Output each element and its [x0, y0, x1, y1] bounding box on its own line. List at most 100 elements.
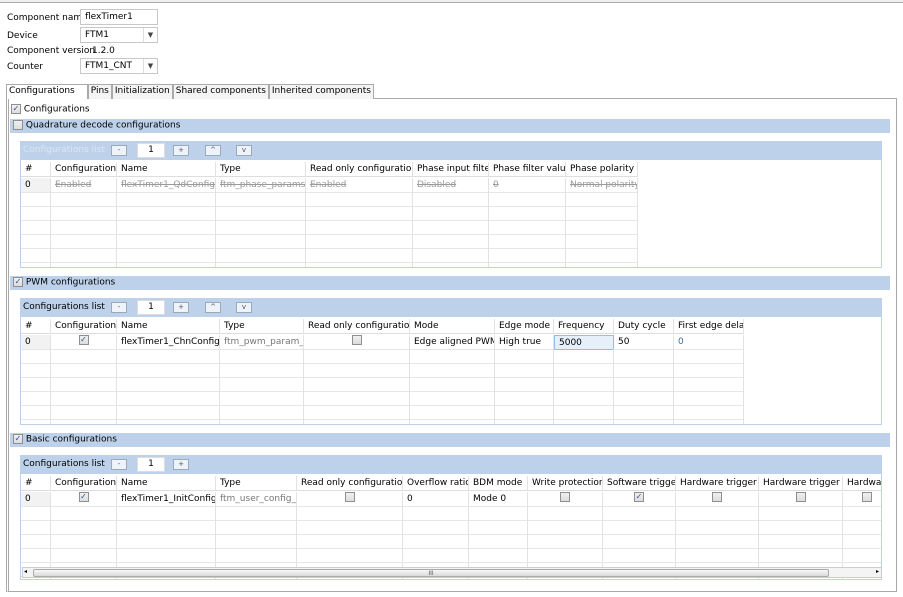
table-cell[interactable]: Normal polarity — [566, 178, 638, 193]
column-header[interactable]: Read only configuration — [306, 162, 413, 177]
column-header[interactable]: BDM mode — [469, 476, 528, 491]
unchecked-checkbox[interactable] — [712, 492, 722, 502]
table-cell[interactable] — [528, 492, 603, 507]
tab-inherited-components[interactable]: Inherited components — [268, 84, 374, 99]
quadrature-decode-configurations-checkbox[interactable] — [13, 120, 23, 130]
quadrature-decode-configurations-header[interactable]: Quadrature decode configurations — [10, 119, 890, 133]
column-header[interactable]: Type — [216, 162, 306, 177]
configurations-checkbox[interactable]: ✓ — [11, 104, 21, 114]
add-button[interactable]: + — [173, 459, 189, 470]
table-cell[interactable]: 0 — [21, 492, 51, 507]
table-cell[interactable]: ✓ — [51, 335, 117, 350]
table-cell[interactable]: flexTimer1_InitConfig0 — [117, 492, 216, 507]
table-cell[interactable] — [676, 492, 759, 507]
remove-button[interactable]: - — [111, 459, 127, 470]
column-header[interactable]: Mode — [410, 319, 495, 334]
table-cell[interactable]: 0 — [674, 335, 744, 350]
column-header[interactable]: Write protection — [528, 476, 603, 491]
column-header[interactable]: Read only configuration — [304, 319, 410, 334]
table-cell[interactable]: Mode 0 — [469, 492, 528, 507]
column-header[interactable]: Name — [117, 476, 216, 491]
unchecked-checkbox[interactable] — [351, 335, 362, 345]
column-header[interactable]: Phase filter value — [489, 162, 566, 177]
table-cell[interactable]: 0 — [21, 335, 51, 350]
column-header[interactable]: Edge mode — [495, 319, 554, 334]
column-header[interactable]: # — [21, 162, 51, 177]
table-cell[interactable]: Enabled — [51, 178, 117, 193]
basic-configurations-checkbox[interactable]: ✓ — [13, 434, 23, 444]
move-up-button[interactable]: ^ — [205, 145, 221, 156]
scrollbar-thumb[interactable]: III — [33, 569, 829, 577]
column-header[interactable]: Type — [220, 319, 304, 334]
table-cell[interactable]: 0 — [489, 178, 566, 193]
table-cell[interactable] — [759, 492, 843, 507]
counter-select[interactable]: FTM1_CNT ▼ — [80, 58, 158, 74]
scroll-right-icon[interactable]: ▸ — [876, 568, 879, 575]
column-header[interactable]: Frequency — [554, 319, 614, 334]
tab-shared-components[interactable]: Shared components — [172, 84, 269, 99]
column-header[interactable]: Type — [216, 476, 297, 491]
table-cell[interactable]: ftm_phase_params_t — [216, 178, 306, 193]
table-cell[interactable]: 50 — [614, 335, 674, 350]
move-down-button[interactable]: v — [236, 302, 252, 313]
count-field[interactable]: 1 — [137, 457, 165, 472]
table-cell[interactable]: ✓ — [51, 492, 117, 507]
table-cell[interactable] — [297, 492, 403, 507]
pwm-configurations-header[interactable]: ✓ PWM configurations — [10, 276, 890, 290]
table-cell[interactable]: ✓ — [603, 492, 676, 507]
tab-configurations[interactable]: Configurations — [6, 84, 88, 99]
move-up-button[interactable]: ^ — [205, 302, 221, 313]
table-cell[interactable]: Enabled — [306, 178, 413, 193]
table-cell[interactable]: ftm_user_config_t — [216, 492, 297, 507]
horizontal-scrollbar[interactable]: ◂ III ▸ — [22, 567, 882, 578]
move-down-button[interactable]: v — [236, 145, 252, 156]
column-header[interactable]: Configuration — [51, 162, 117, 177]
scroll-left-icon[interactable]: ◂ — [24, 568, 27, 575]
unchecked-checkbox[interactable] — [344, 492, 355, 502]
unchecked-checkbox[interactable] — [560, 492, 570, 502]
table-cell[interactable] — [304, 335, 410, 350]
column-header[interactable]: Phase input filter — [413, 162, 489, 177]
column-header[interactable]: Read only configuration — [297, 476, 403, 491]
remove-button[interactable]: - — [111, 145, 127, 156]
tab-pins[interactable]: Pins — [87, 84, 112, 99]
table-cell[interactable]: flexTimer1_QdConfig0 — [117, 178, 216, 193]
column-header[interactable]: Duty cycle — [614, 319, 674, 334]
column-header[interactable]: Hardware — [843, 476, 881, 491]
checked-checkbox[interactable]: ✓ — [634, 492, 644, 502]
tab-initialization[interactable]: Initialization — [111, 84, 173, 99]
table-cell[interactable]: High true — [495, 335, 554, 350]
count-field[interactable]: 1 — [137, 300, 165, 315]
table-cell[interactable]: 5000 — [554, 335, 614, 350]
table-cell[interactable]: Disabled — [413, 178, 489, 193]
table-cell[interactable]: Edge aligned PWM — [410, 335, 495, 350]
column-header[interactable]: # — [21, 476, 51, 491]
column-header[interactable]: First edge delay — [674, 319, 744, 334]
table-cell[interactable]: flexTimer1_ChnConfig0 — [117, 335, 220, 350]
unchecked-checkbox[interactable] — [861, 492, 872, 502]
checked-checkbox[interactable]: ✓ — [78, 492, 89, 502]
column-header[interactable]: Overflow ratio — [403, 476, 469, 491]
column-header[interactable]: Configuration — [51, 476, 117, 491]
remove-button[interactable]: - — [111, 302, 127, 313]
column-header[interactable]: Name — [117, 162, 216, 177]
table-cell[interactable] — [843, 492, 881, 507]
column-header[interactable]: Phase polarity — [566, 162, 638, 177]
table-cell[interactable]: 0 — [403, 492, 469, 507]
column-header[interactable]: Configuration — [51, 319, 117, 334]
column-header[interactable]: Hardware trigger 1 — [759, 476, 843, 491]
basic-configurations-header[interactable]: ✓ Basic configurations — [10, 433, 890, 447]
configurations-toggle[interactable]: ✓ Configurations — [11, 104, 90, 115]
count-field[interactable]: 1 — [137, 143, 165, 158]
checked-checkbox[interactable]: ✓ — [78, 335, 89, 345]
pwm-configurations-checkbox[interactable]: ✓ — [13, 277, 23, 287]
add-button[interactable]: + — [173, 145, 189, 156]
component-name-input[interactable]: flexTimer1 — [80, 9, 158, 25]
table-cell[interactable]: 0 — [21, 178, 51, 193]
device-select[interactable]: FTM1 ▼ — [80, 27, 158, 43]
add-button[interactable]: + — [173, 302, 189, 313]
unchecked-checkbox[interactable] — [795, 492, 806, 502]
table-cell[interactable]: ftm_pwm_param_t — [220, 335, 304, 350]
column-header[interactable]: Name — [117, 319, 220, 334]
column-header[interactable]: Software trigger — [603, 476, 676, 491]
